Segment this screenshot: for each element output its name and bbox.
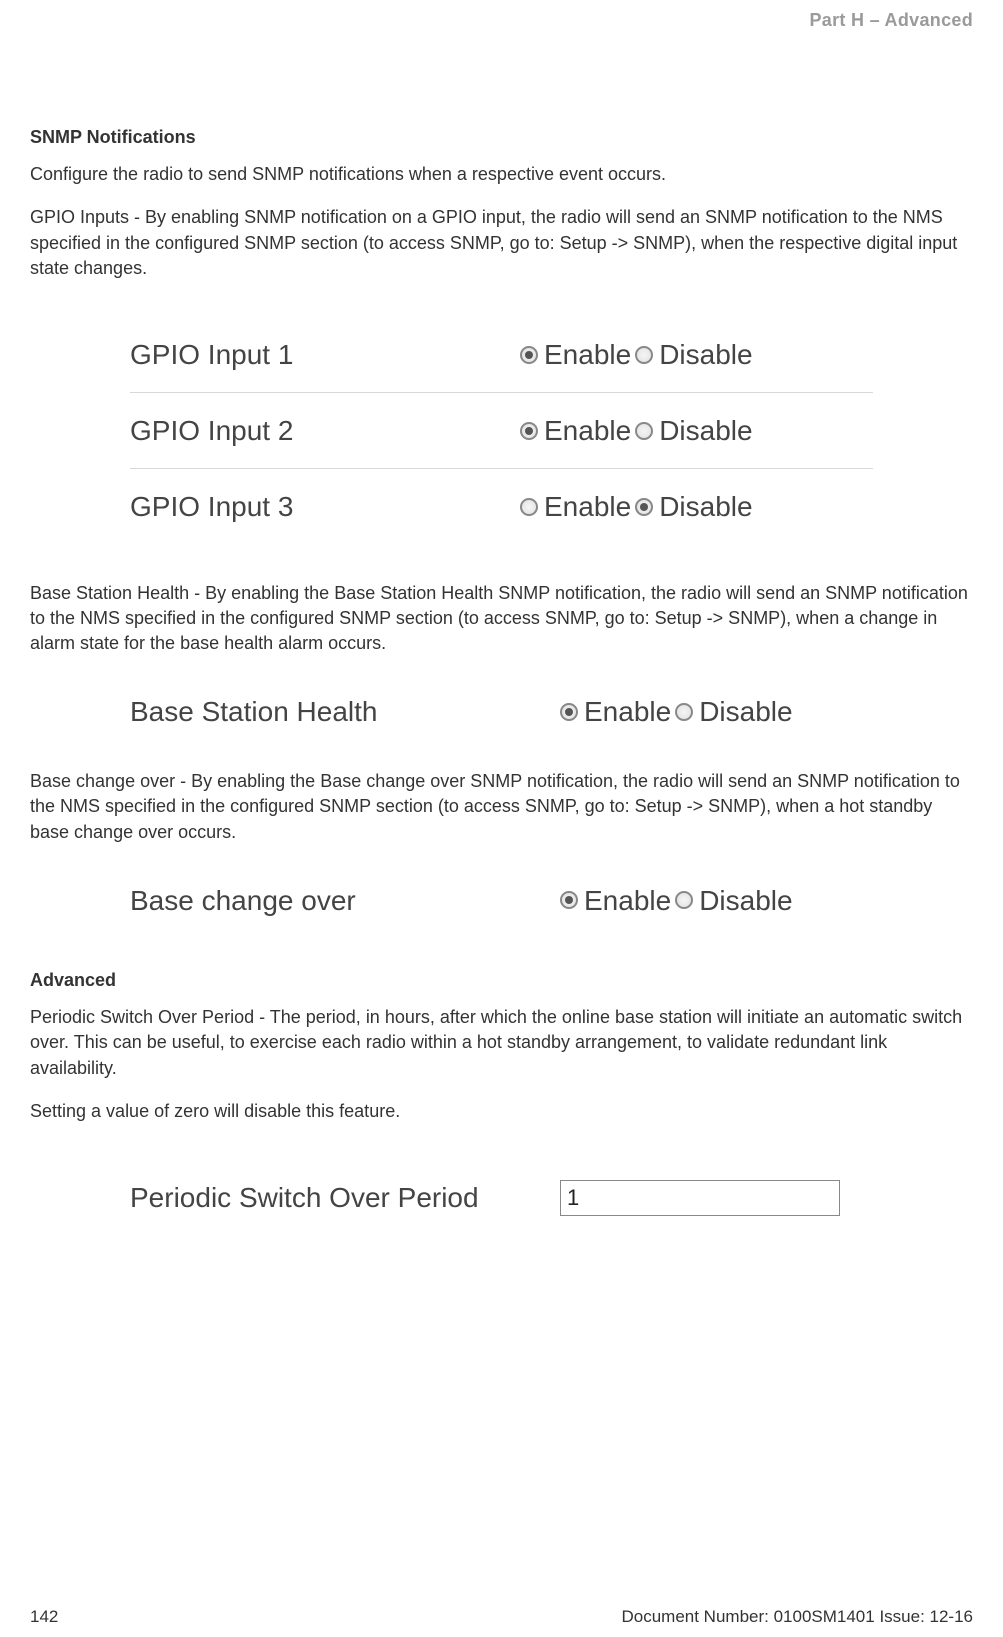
gpio-1-enable-label: Enable — [544, 335, 631, 374]
page-number: 142 — [30, 1605, 58, 1629]
advanced-heading: Advanced — [30, 968, 973, 993]
snmp-heading: SNMP Notifications — [30, 125, 973, 150]
gpio-2-disable-label: Disable — [659, 411, 752, 450]
gpio-3-enable-radio[interactable] — [520, 498, 538, 516]
psop-panel: Periodic Switch Over Period — [30, 1150, 973, 1245]
gpio-1-disable-radio[interactable] — [635, 346, 653, 364]
gpio-3-disable-label: Disable — [659, 487, 752, 526]
bsh-enable-radio[interactable] — [560, 703, 578, 721]
bsh-description: Base Station Health - By enabling the Ba… — [30, 581, 973, 657]
bsh-enable-label: Enable — [584, 692, 671, 731]
gpio-1-enable-radio[interactable] — [520, 346, 538, 364]
bco-enable-label: Enable — [584, 881, 671, 920]
bsh-panel: Base Station Health Enable Disable — [30, 674, 973, 749]
gpio-2-enable-radio[interactable] — [520, 422, 538, 440]
gpio-row-1: GPIO Input 1 Enable Disable — [130, 317, 873, 392]
doc-info: Document Number: 0100SM1401 Issue: 12-16 — [621, 1605, 973, 1629]
gpio-3-disable-radio[interactable] — [635, 498, 653, 516]
gpio-2-enable-label: Enable — [544, 411, 631, 450]
gpio-3-label: GPIO Input 3 — [130, 487, 520, 526]
bco-enable-radio[interactable] — [560, 891, 578, 909]
bco-panel: Base change over Enable Disable — [30, 863, 973, 938]
gpio-description: GPIO Inputs - By enabling SNMP notificat… — [30, 205, 973, 281]
psop-label: Periodic Switch Over Period — [130, 1178, 560, 1217]
gpio-2-disable-radio[interactable] — [635, 422, 653, 440]
gpio-1-disable-label: Disable — [659, 335, 752, 374]
bco-row: Base change over Enable Disable — [130, 863, 873, 938]
bsh-disable-label: Disable — [699, 692, 792, 731]
gpio-1-label: GPIO Input 1 — [130, 335, 520, 374]
psop-zero-note: Setting a value of zero will disable thi… — [30, 1099, 973, 1124]
part-header: Part H – Advanced — [810, 8, 974, 33]
bco-disable-label: Disable — [699, 881, 792, 920]
psop-input[interactable] — [560, 1180, 840, 1216]
bco-description: Base change over - By enabling the Base … — [30, 769, 973, 845]
bsh-label: Base Station Health — [130, 692, 560, 731]
gpio-3-enable-label: Enable — [544, 487, 631, 526]
psop-row: Periodic Switch Over Period — [130, 1160, 873, 1235]
gpio-panel: GPIO Input 1 Enable Disable GPIO Input 2… — [30, 307, 973, 555]
bco-label: Base change over — [130, 881, 560, 920]
bsh-row: Base Station Health Enable Disable — [130, 674, 873, 749]
bco-disable-radio[interactable] — [675, 891, 693, 909]
page-footer: 142 Document Number: 0100SM1401 Issue: 1… — [30, 1605, 973, 1629]
gpio-row-3: GPIO Input 3 Enable Disable — [130, 469, 873, 544]
gpio-2-label: GPIO Input 2 — [130, 411, 520, 450]
bsh-disable-radio[interactable] — [675, 703, 693, 721]
psop-description: Periodic Switch Over Period - The period… — [30, 1005, 973, 1081]
gpio-row-2: GPIO Input 2 Enable Disable — [130, 393, 873, 468]
snmp-intro: Configure the radio to send SNMP notific… — [30, 162, 973, 187]
